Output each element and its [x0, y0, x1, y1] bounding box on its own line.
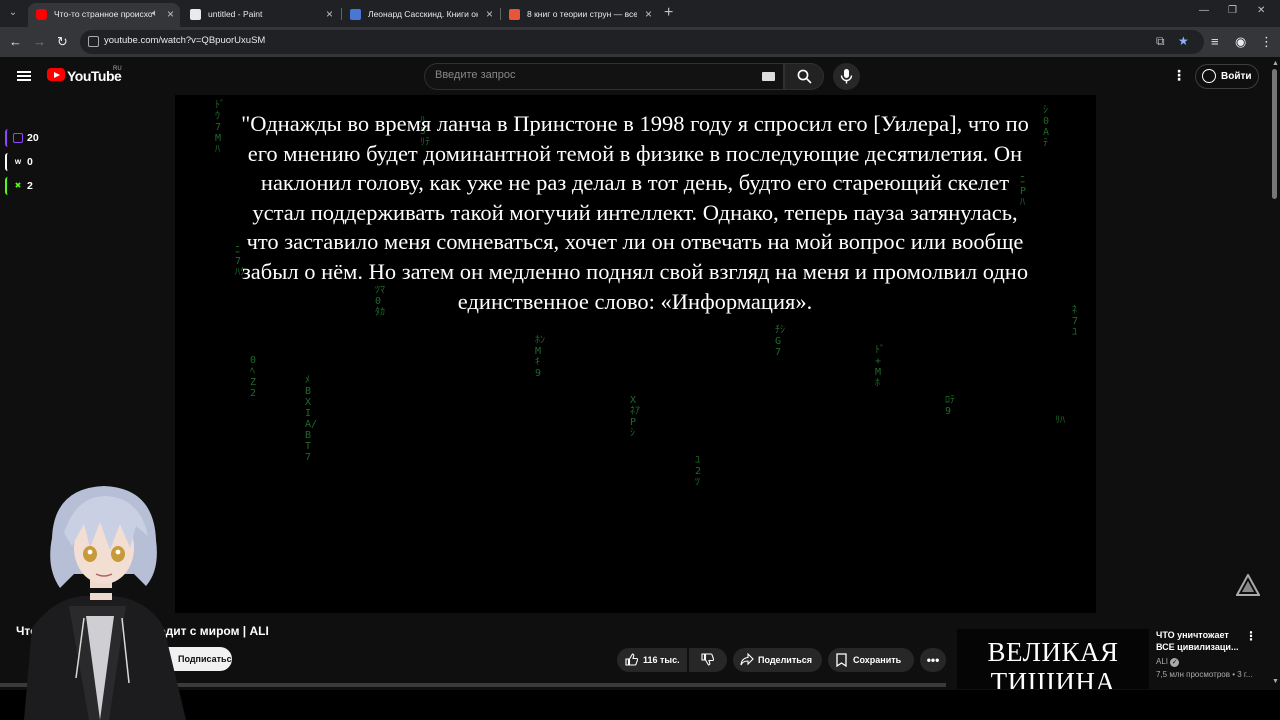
recommended-video-menu-icon[interactable]: ⋮: [1245, 629, 1257, 643]
account-icon: [1202, 69, 1216, 83]
scroll-down-arrow-icon[interactable]: ▼: [1272, 678, 1279, 685]
close-tab-icon[interactable]: ×: [326, 3, 333, 25]
search-button[interactable]: [784, 63, 824, 90]
reload-button[interactable]: ↻: [57, 34, 68, 50]
address-bar[interactable]: youtube.com/watch?v=QBpuorUxuSM ⧉ ★: [80, 30, 1204, 54]
close-tab-icon[interactable]: ×: [167, 3, 174, 25]
voice-search-button[interactable]: [833, 63, 860, 90]
like-button[interactable]: 116 тыс.: [617, 648, 687, 672]
back-button[interactable]: ←: [9, 34, 22, 50]
page-scrollbar[interactable]: [1270, 57, 1280, 690]
like-count: 116 тыс.: [643, 655, 680, 665]
browser-toolbar: ← → ↻ youtube.com/watch?v=QBpuorUxuSM ⧉ …: [0, 27, 1280, 57]
counter-value: 0: [27, 156, 33, 168]
signin-label: Войти: [1221, 71, 1252, 82]
matrix-glyph-column: ﾒBXIA/BT7: [305, 375, 318, 463]
browser-tabbar: ⌄ Что-то странное происходит с миром | A…: [0, 0, 1280, 27]
channel-name: ALI: [1156, 657, 1169, 666]
matrix-glyph-column: XﾈｱPｼ: [630, 395, 640, 439]
minimize-button[interactable]: —: [1199, 5, 1209, 16]
youtube-header: YouTube RU ⋮ Войти: [0, 57, 1270, 95]
recommended-video-meta: 7,5 млн просмотров • 3 г...: [1156, 670, 1253, 679]
tab-title: Леонард Сасскинд. Книги онлайн: [368, 9, 478, 19]
youtube-logo-icon[interactable]: [47, 68, 65, 81]
matrix-glyph-column: ﾛﾃ9: [945, 395, 955, 417]
matrix-glyph-column: ﾄﾞｳ7Mﾊ: [215, 100, 225, 155]
matrix-glyph-column: ｼ0Aﾃ: [1043, 105, 1050, 149]
recommended-video-title[interactable]: ЧТО уничтожает ВСЕ цивилизаци...: [1156, 629, 1240, 653]
search-input[interactable]: [435, 69, 755, 81]
thumbs-up-icon: [625, 653, 638, 666]
tab-string-theory[interactable]: 8 книг о теории струн — все от ×: [501, 3, 658, 27]
video-quote-text: "Однажды во время ланча в Принстоне в 19…: [241, 111, 1029, 314]
article-favicon-icon: [509, 9, 520, 20]
book-site-favicon-icon: [350, 9, 361, 20]
media-control-icon[interactable]: ≡: [1211, 34, 1219, 50]
country-code: RU: [113, 66, 122, 72]
matrix-glyph-column: ﾘﾊ: [1055, 415, 1065, 426]
share-arrow-icon: [740, 653, 754, 666]
matrix-glyph-column: ﾈ7ﾕ: [1072, 305, 1079, 338]
new-tab-button[interactable]: +: [664, 4, 673, 22]
url-text: youtube.com/watch?v=QBpuorUxuSM: [104, 35, 266, 46]
install-app-icon[interactable]: ⧉: [1156, 34, 1165, 49]
close-tab-icon[interactable]: ×: [486, 3, 493, 25]
paint-favicon-icon: [190, 9, 201, 20]
profile-icon[interactable]: ◉: [1235, 34, 1246, 50]
matrix-glyph-column: ﾄﾞ+Mﾎ: [875, 345, 885, 389]
matrix-glyph-column: ﾎﾝMｷ9: [535, 335, 545, 379]
save-button[interactable]: Сохранить: [828, 648, 914, 672]
video-player[interactable]: ﾄﾞｳ7Mﾊ ﾆ7ﾊｸ 0ﾍZ2 ﾒBXIA/BT7 ﾂﾏ0ﾀｶ ﾊ5ﾘﾃ ﾎﾝMｷ9 Xﾈｱ…: [175, 95, 1096, 613]
share-button[interactable]: Поделиться: [733, 648, 822, 672]
verified-badge-icon: ✓: [1170, 658, 1180, 667]
twitch-viewer-counter: 20: [5, 129, 45, 147]
close-tab-icon[interactable]: ×: [645, 3, 652, 25]
vtuber-avatar: [24, 486, 186, 720]
hamburger-menu-icon[interactable]: [17, 71, 31, 81]
close-window-button[interactable]: ✕: [1257, 5, 1265, 16]
thumbs-down-icon: [701, 653, 714, 666]
site-info-icon[interactable]: [88, 36, 99, 47]
signin-button[interactable]: Войти: [1195, 64, 1259, 89]
tab-search-chevron-icon[interactable]: ⌄: [5, 5, 21, 21]
more-actions-button[interactable]: •••: [920, 648, 946, 672]
matrix-glyph-column: ﾕ2ﾂ: [695, 455, 702, 488]
recommended-video-thumbnail[interactable]: ВЕЛИКАЯ ТИШИНА: [957, 629, 1149, 689]
share-label: Поделиться: [758, 655, 813, 665]
browser-menu-icon[interactable]: ⋮: [1260, 34, 1273, 50]
counter-value: 2: [27, 180, 33, 192]
matrix-glyph-column: 0ﾍZ2: [250, 355, 257, 399]
x-icon: ✖: [14, 181, 22, 190]
microphone-icon: [840, 69, 853, 84]
tab-title: Что-то странное происходит с миром | ALI: [54, 9, 152, 19]
search-box: [424, 63, 784, 90]
counter-value: 20: [27, 132, 39, 144]
dislike-button[interactable]: [689, 648, 727, 672]
bookmark-star-icon[interactable]: ★: [1178, 34, 1189, 48]
tab-title: untitled - Paint: [208, 9, 263, 19]
keyboard-icon[interactable]: [762, 72, 775, 81]
tab-susskind[interactable]: Леонард Сасскинд. Книги онлайн ×: [342, 3, 499, 27]
tab-title: 8 книг о теории струн — все от: [527, 9, 637, 19]
recommended-channel[interactable]: ALI ✓: [1156, 657, 1180, 667]
matrix-glyph-column: ﾁｼG7: [775, 325, 785, 358]
bookmark-icon: [836, 653, 847, 667]
speaker-icon[interactable]: 🔈︎: [152, 3, 158, 25]
thumbnail-text: ВЕЛИКАЯ ТИШИНА: [987, 637, 1119, 689]
kick-viewer-counter: ✖ 2: [5, 177, 45, 195]
youtube-favicon-icon: [36, 9, 47, 20]
scroll-up-arrow-icon[interactable]: ▲: [1272, 60, 1279, 67]
scrollbar-thumb[interactable]: [1272, 69, 1277, 199]
twitch-icon: [13, 133, 23, 143]
tab-paint[interactable]: untitled - Paint ×: [182, 3, 339, 27]
forward-button[interactable]: →: [33, 34, 46, 50]
warning-triangle-icon: [1236, 574, 1260, 596]
save-label: Сохранить: [853, 655, 902, 665]
search-icon: [797, 69, 812, 84]
tab-youtube[interactable]: Что-то странное происходит с миром | ALI…: [28, 3, 180, 27]
settings-menu-icon[interactable]: ⋮: [1172, 68, 1186, 82]
w-icon: w: [14, 157, 22, 166]
w-viewer-counter: w 0: [5, 153, 45, 171]
maximize-button[interactable]: ❐: [1228, 5, 1237, 16]
